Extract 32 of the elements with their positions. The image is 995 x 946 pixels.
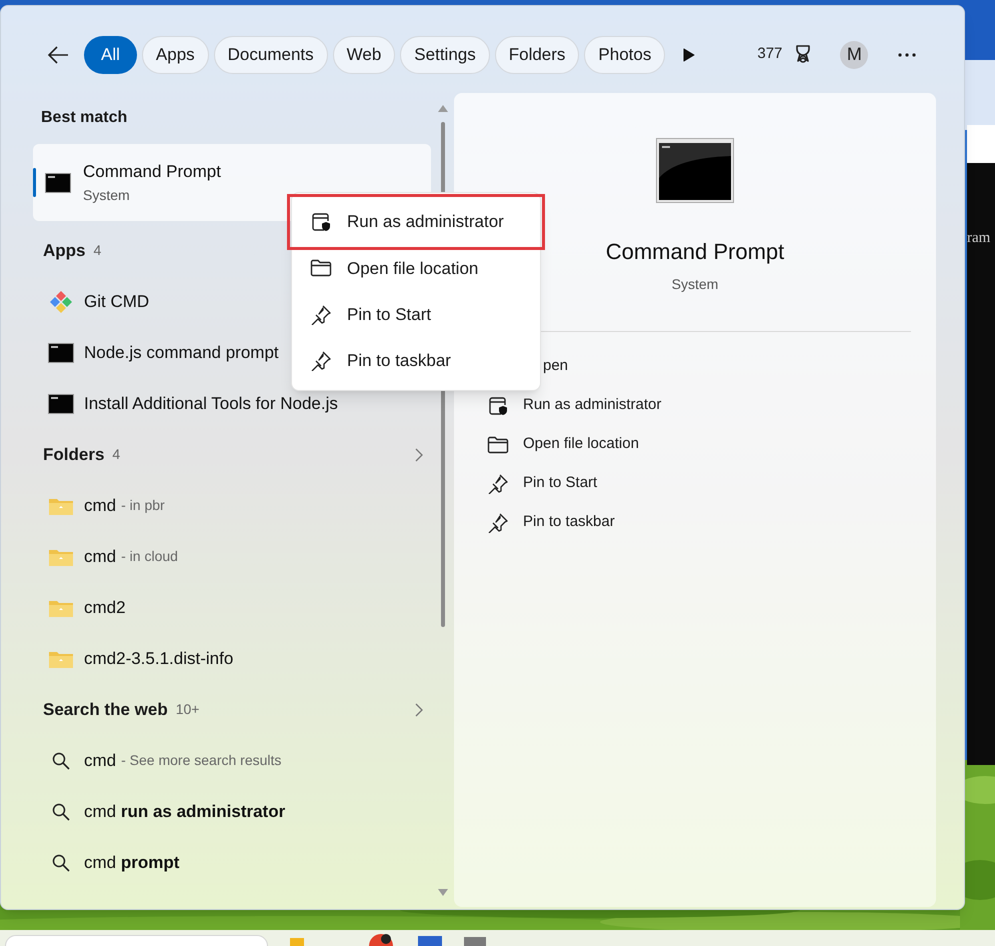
menu-label: Open file location [347, 258, 478, 280]
app-subtitle: System [670, 275, 720, 294]
result-count: 10+ [176, 700, 200, 719]
result-detail: - See more search results [121, 751, 282, 770]
result-title: cmd run as administrator [84, 800, 286, 823]
action-label: Pin to taskbar [523, 512, 615, 532]
result-title: Node.js command prompt [84, 342, 279, 364]
result-title: Install Additional Tools for Node.js [84, 392, 338, 415]
result-count: 4 [94, 241, 102, 260]
result-title: cmd prompt [84, 852, 180, 874]
section-header: Best match [41, 108, 128, 128]
result-count: 4 [112, 445, 120, 464]
section-header: Folders [43, 444, 104, 466]
result-detail: - in cloud [121, 547, 178, 566]
result-title: cmd2 [84, 596, 126, 619]
result-title: cmd [84, 750, 116, 772]
result-detail: - in pbr [121, 496, 165, 515]
result-title: cmd [84, 546, 116, 568]
points-count: 377 [757, 44, 782, 64]
action-label: pen [543, 356, 568, 376]
menu-label: Pin to taskbar [347, 350, 451, 372]
action-label: Pin to Start [523, 473, 598, 494]
section-header: Apps [43, 240, 86, 262]
action-label: Open file location [523, 434, 639, 454]
menu-label: Pin to Start [347, 304, 432, 326]
action-label: Run as administrator [523, 395, 662, 416]
section-header: Search the web [43, 698, 168, 721]
result-title: Git CMD [84, 290, 150, 313]
result-title: cmd2-3.5.1.dist-info [84, 648, 234, 670]
result-subtitle: System [83, 186, 131, 205]
result-title: cmd [84, 494, 116, 517]
result-title: Command Prompt [83, 161, 221, 184]
